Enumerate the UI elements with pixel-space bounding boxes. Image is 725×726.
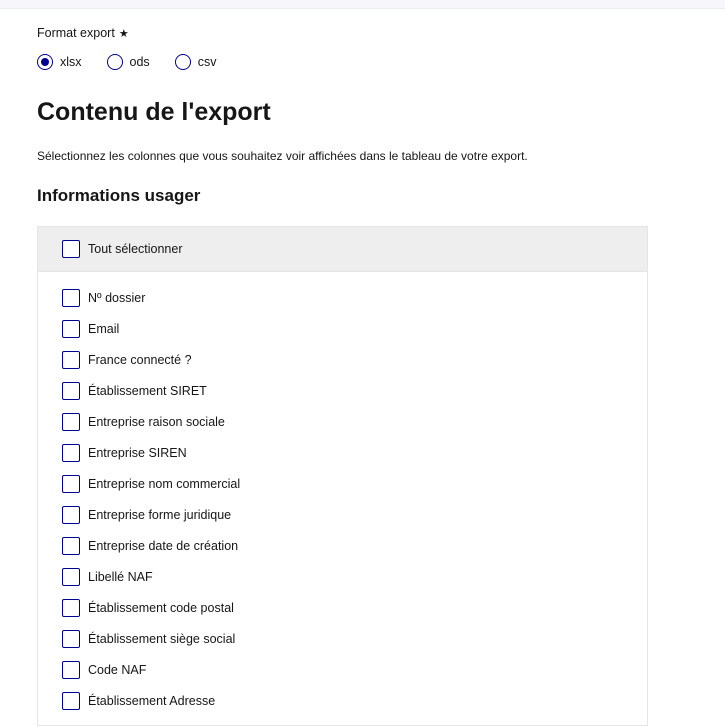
column-label: Établissement code postal — [88, 600, 234, 615]
required-star-icon: ★ — [118, 28, 129, 40]
column-option[interactable]: Entreprise nom commercial — [38, 468, 647, 499]
radio-xlsx-label: xlsx — [60, 55, 82, 69]
column-checkbox[interactable] — [62, 536, 80, 555]
column-label: Libellé NAF — [88, 569, 153, 584]
column-label: Établissement siège social — [88, 631, 236, 646]
column-label: Entreprise raison sociale — [88, 414, 225, 429]
column-option[interactable]: Email — [38, 313, 647, 344]
radio-csv-label: csv — [197, 55, 217, 69]
export-content-title: Contenu de l'export — [37, 98, 271, 126]
column-checkbox[interactable] — [62, 691, 80, 710]
radio-ods-circle[interactable] — [106, 54, 123, 70]
column-label: Entreprise date de création — [88, 538, 239, 553]
radio-ods[interactable]: ods — [106, 54, 150, 70]
radio-ods-label: ods — [129, 55, 150, 69]
column-label: Email — [88, 321, 120, 336]
format-export-label-text: Format export — [37, 26, 115, 40]
select-all-label: Tout sélectionner — [88, 242, 183, 256]
column-checkbox[interactable] — [62, 381, 80, 400]
column-checkbox[interactable] — [62, 567, 80, 586]
column-checkbox[interactable] — [62, 629, 80, 648]
column-option[interactable]: Établissement code postal — [38, 592, 647, 623]
format-radio-group: xlsx ods csv — [37, 54, 241, 70]
column-checkbox[interactable] — [62, 474, 80, 493]
column-option[interactable]: France connecté ? — [38, 344, 647, 375]
column-option[interactable]: Nº dossier — [38, 282, 647, 313]
select-all-checkbox[interactable] — [62, 240, 80, 258]
column-option[interactable]: Établissement SIRET — [38, 375, 647, 406]
column-checkbox[interactable] — [62, 443, 80, 462]
column-option[interactable]: Entreprise forme juridique — [38, 499, 647, 530]
column-label: Entreprise nom commercial — [88, 476, 241, 491]
export-content-description: Sélectionnez les colonnes que vous souha… — [37, 149, 528, 163]
column-label: Code NAF — [88, 662, 147, 677]
column-checkbox[interactable] — [62, 412, 80, 431]
column-option[interactable]: Code NAF — [38, 654, 647, 685]
usager-columns-panel: Tout sélectionner Nº dossier Email Franc… — [37, 226, 648, 726]
column-option[interactable]: Entreprise date de création — [38, 530, 647, 561]
column-option[interactable]: Entreprise raison sociale — [38, 406, 647, 437]
column-label: France connecté ? — [88, 352, 192, 367]
radio-xlsx[interactable]: xlsx — [37, 54, 82, 70]
column-checkbox[interactable] — [62, 319, 80, 338]
column-option[interactable]: Entreprise SIREN — [38, 437, 647, 468]
column-label: Entreprise forme juridique — [88, 507, 232, 522]
usager-section-title: Informations usager — [37, 186, 201, 205]
column-option[interactable]: Établissement Adresse — [38, 685, 647, 716]
column-checkbox[interactable] — [62, 288, 80, 307]
usager-columns-list: Nº dossier Email France connecté ? Établ… — [38, 272, 647, 716]
column-label: Établissement Adresse — [88, 693, 216, 708]
column-checkbox[interactable] — [62, 598, 80, 617]
column-option[interactable]: Libellé NAF — [38, 561, 647, 592]
format-export-label: Format export ★ — [37, 26, 129, 40]
radio-xlsx-circle[interactable] — [37, 54, 53, 70]
radio-csv-circle[interactable] — [174, 54, 191, 70]
column-label: Établissement SIRET — [88, 383, 207, 398]
select-all-row[interactable]: Tout sélectionner — [38, 227, 647, 272]
column-checkbox[interactable] — [62, 350, 80, 369]
column-label: Nº dossier — [88, 290, 146, 305]
column-option[interactable]: Établissement siège social — [38, 623, 647, 654]
radio-selected-dot — [41, 58, 49, 66]
radio-csv[interactable]: csv — [174, 54, 217, 70]
column-checkbox[interactable] — [62, 660, 80, 679]
column-checkbox[interactable] — [62, 505, 80, 524]
top-bar-edge — [0, 0, 725, 9]
column-label: Entreprise SIREN — [88, 445, 187, 460]
